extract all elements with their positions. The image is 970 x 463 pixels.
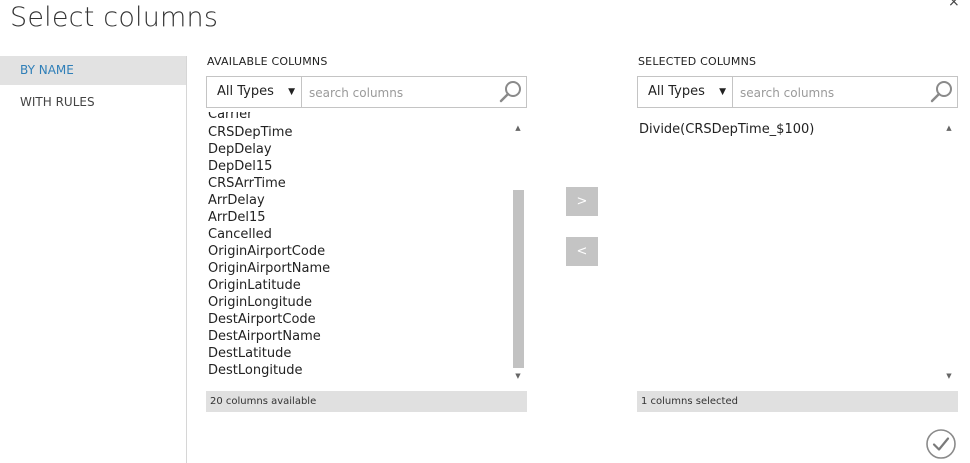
selected-filter-row: All Types ▼ (637, 76, 958, 109)
nav-item-with-rules[interactable]: WITH RULES (0, 88, 186, 117)
list-item[interactable]: DepDelay (206, 141, 510, 158)
close-icon[interactable]: × (948, 0, 960, 10)
list-item[interactable]: ArrDel15 (206, 209, 510, 226)
scroll-down-arrow-icon[interactable]: ▼ (945, 372, 953, 380)
list-item[interactable]: OriginLatitude (206, 277, 510, 294)
list-item[interactable]: Divide(CRSDepTime_$100) (637, 121, 941, 138)
available-count-footer: 20 columns available (206, 391, 527, 412)
selected-columns-list[interactable]: Divide(CRSDepTime_$100) (637, 121, 941, 386)
dialog-title: Select columns (10, 2, 219, 33)
list-item[interactable]: OriginLongitude (206, 294, 510, 311)
selected-count-footer: 1 columns selected (637, 391, 958, 412)
side-nav: BY NAME WITH RULES (0, 56, 187, 463)
scroll-up-arrow-icon[interactable]: ▲ (514, 124, 522, 132)
available-scrollbar[interactable]: ▲ ▼ (511, 120, 525, 386)
list-item[interactable]: OriginAirportCode (206, 243, 510, 260)
checkmark-icon[interactable] (925, 428, 957, 460)
list-item[interactable]: DestAirportCode (206, 311, 510, 328)
list-item[interactable]: DepDel15 (206, 158, 510, 175)
list-item[interactable]: Cancelled (206, 226, 510, 243)
list-item[interactable]: DestAirportName (206, 328, 510, 345)
list-item[interactable]: DestLatitude (206, 345, 510, 362)
search-icon[interactable] (499, 80, 523, 104)
list-item[interactable]: ArrDelay (206, 192, 510, 209)
scroll-up-arrow-icon[interactable]: ▲ (945, 124, 953, 132)
available-type-select-label: All Types (217, 84, 274, 99)
available-type-select[interactable]: All Types ▼ (207, 77, 302, 107)
scroll-thumb[interactable] (513, 190, 524, 368)
available-columns-header: AVAILABLE COLUMNS (207, 55, 328, 68)
list-item[interactable]: CRSDepTime (206, 124, 510, 141)
selected-scrollbar[interactable]: ▲ ▼ (942, 120, 956, 386)
caret-down-icon: ▼ (288, 87, 295, 97)
selected-type-select-label: All Types (648, 84, 705, 99)
caret-down-icon: ▼ (719, 87, 726, 97)
list-item[interactable]: DestLongitude (206, 362, 510, 379)
scroll-down-arrow-icon[interactable]: ▼ (514, 372, 522, 380)
add-column-button[interactable]: > (566, 187, 598, 216)
nav-item-by-name[interactable]: BY NAME (0, 56, 186, 85)
selected-type-select[interactable]: All Types ▼ (638, 77, 733, 107)
available-filter-row: All Types ▼ (206, 76, 527, 109)
available-columns-list[interactable]: Carrier CRSDepTime DepDelay DepDel15 CRS… (206, 112, 510, 386)
selected-search-input[interactable] (734, 77, 934, 109)
selected-columns-header: SELECTED COLUMNS (638, 55, 757, 68)
list-item[interactable]: OriginAirportName (206, 260, 510, 277)
search-icon[interactable] (930, 80, 954, 104)
list-item-partial[interactable]: Carrier (206, 112, 510, 124)
remove-column-button[interactable]: < (566, 237, 598, 266)
list-item[interactable]: CRSArrTime (206, 175, 510, 192)
available-search-input[interactable] (303, 77, 503, 109)
